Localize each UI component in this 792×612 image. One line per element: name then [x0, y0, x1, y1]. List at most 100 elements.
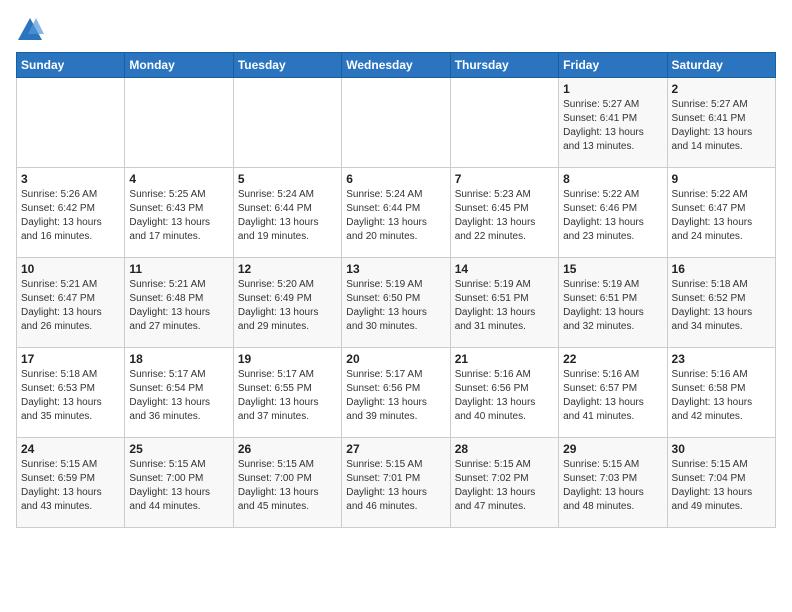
- day-info: Sunrise: 5:20 AM Sunset: 6:49 PM Dayligh…: [238, 278, 337, 334]
- day-number: 4: [129, 172, 228, 186]
- day-cell: [233, 78, 341, 168]
- header-cell-wednesday: Wednesday: [342, 53, 450, 78]
- day-number: 7: [455, 172, 554, 186]
- day-info: Sunrise: 5:27 AM Sunset: 6:41 PM Dayligh…: [672, 98, 771, 154]
- day-number: 24: [21, 442, 120, 456]
- day-info: Sunrise: 5:15 AM Sunset: 6:59 PM Dayligh…: [21, 458, 120, 514]
- day-info: Sunrise: 5:15 AM Sunset: 7:02 PM Dayligh…: [455, 458, 554, 514]
- day-cell: 29 Sunrise: 5:15 AM Sunset: 7:03 PM Dayli…: [559, 438, 667, 528]
- header-cell-saturday: Saturday: [667, 53, 775, 78]
- day-cell: 21 Sunrise: 5:16 AM Sunset: 6:56 PM Dayli…: [450, 348, 558, 438]
- day-number: 16: [672, 262, 771, 276]
- day-cell: 28 Sunrise: 5:15 AM Sunset: 7:02 PM Dayli…: [450, 438, 558, 528]
- logo-icon: [16, 16, 44, 44]
- day-number: 28: [455, 442, 554, 456]
- day-cell: 6 Sunrise: 5:24 AM Sunset: 6:44 PM Daylig…: [342, 168, 450, 258]
- day-cell: 19 Sunrise: 5:17 AM Sunset: 6:55 PM Dayli…: [233, 348, 341, 438]
- day-info: Sunrise: 5:18 AM Sunset: 6:52 PM Dayligh…: [672, 278, 771, 334]
- week-row-5: 24 Sunrise: 5:15 AM Sunset: 6:59 PM Dayli…: [17, 438, 776, 528]
- day-cell: 2 Sunrise: 5:27 AM Sunset: 6:41 PM Daylig…: [667, 78, 775, 168]
- day-number: 18: [129, 352, 228, 366]
- day-number: 29: [563, 442, 662, 456]
- day-info: Sunrise: 5:15 AM Sunset: 7:01 PM Dayligh…: [346, 458, 445, 514]
- day-cell: 13 Sunrise: 5:19 AM Sunset: 6:50 PM Dayli…: [342, 258, 450, 348]
- day-info: Sunrise: 5:22 AM Sunset: 6:46 PM Dayligh…: [563, 188, 662, 244]
- day-info: Sunrise: 5:16 AM Sunset: 6:58 PM Dayligh…: [672, 368, 771, 424]
- day-info: Sunrise: 5:24 AM Sunset: 6:44 PM Dayligh…: [346, 188, 445, 244]
- day-info: Sunrise: 5:16 AM Sunset: 6:56 PM Dayligh…: [455, 368, 554, 424]
- day-number: 30: [672, 442, 771, 456]
- day-cell: 9 Sunrise: 5:22 AM Sunset: 6:47 PM Daylig…: [667, 168, 775, 258]
- day-info: Sunrise: 5:17 AM Sunset: 6:56 PM Dayligh…: [346, 368, 445, 424]
- day-cell: 17 Sunrise: 5:18 AM Sunset: 6:53 PM Dayli…: [17, 348, 125, 438]
- day-cell: 12 Sunrise: 5:20 AM Sunset: 6:49 PM Dayli…: [233, 258, 341, 348]
- week-row-1: 1 Sunrise: 5:27 AM Sunset: 6:41 PM Daylig…: [17, 78, 776, 168]
- day-number: 20: [346, 352, 445, 366]
- day-number: 6: [346, 172, 445, 186]
- day-cell: [450, 78, 558, 168]
- day-cell: 11 Sunrise: 5:21 AM Sunset: 6:48 PM Dayli…: [125, 258, 233, 348]
- logo: [16, 16, 48, 44]
- day-info: Sunrise: 5:18 AM Sunset: 6:53 PM Dayligh…: [21, 368, 120, 424]
- day-info: Sunrise: 5:23 AM Sunset: 6:45 PM Dayligh…: [455, 188, 554, 244]
- day-cell: 5 Sunrise: 5:24 AM Sunset: 6:44 PM Daylig…: [233, 168, 341, 258]
- day-cell: [125, 78, 233, 168]
- day-info: Sunrise: 5:15 AM Sunset: 7:03 PM Dayligh…: [563, 458, 662, 514]
- day-info: Sunrise: 5:15 AM Sunset: 7:04 PM Dayligh…: [672, 458, 771, 514]
- day-number: 9: [672, 172, 771, 186]
- day-number: 21: [455, 352, 554, 366]
- header-cell-sunday: Sunday: [17, 53, 125, 78]
- day-number: 25: [129, 442, 228, 456]
- day-info: Sunrise: 5:21 AM Sunset: 6:48 PM Dayligh…: [129, 278, 228, 334]
- day-cell: 22Sunrise: 5:16 AM Sunset: 6:57 PM Dayli…: [559, 348, 667, 438]
- day-cell: 8 Sunrise: 5:22 AM Sunset: 6:46 PM Daylig…: [559, 168, 667, 258]
- day-number: 13: [346, 262, 445, 276]
- day-info: Sunrise: 5:19 AM Sunset: 6:51 PM Dayligh…: [455, 278, 554, 334]
- header-cell-friday: Friday: [559, 53, 667, 78]
- day-number: 14: [455, 262, 554, 276]
- week-row-2: 3 Sunrise: 5:26 AM Sunset: 6:42 PM Daylig…: [17, 168, 776, 258]
- day-number: 3: [21, 172, 120, 186]
- day-number: 15: [563, 262, 662, 276]
- day-info: Sunrise: 5:15 AM Sunset: 7:00 PM Dayligh…: [129, 458, 228, 514]
- day-info: Sunrise: 5:17 AM Sunset: 6:54 PM Dayligh…: [129, 368, 228, 424]
- day-cell: 15 Sunrise: 5:19 AM Sunset: 6:51 PM Dayli…: [559, 258, 667, 348]
- calendar-header: SundayMondayTuesdayWednesdayThursdayFrid…: [17, 53, 776, 78]
- day-info: Sunrise: 5:19 AM Sunset: 6:51 PM Dayligh…: [563, 278, 662, 334]
- day-info: Sunrise: 5:24 AM Sunset: 6:44 PM Dayligh…: [238, 188, 337, 244]
- day-info: Sunrise: 5:21 AM Sunset: 6:47 PM Dayligh…: [21, 278, 120, 334]
- day-cell: 23 Sunrise: 5:16 AM Sunset: 6:58 PM Dayli…: [667, 348, 775, 438]
- header-row: SundayMondayTuesdayWednesdayThursdayFrid…: [17, 53, 776, 78]
- day-number: 23: [672, 352, 771, 366]
- day-info: Sunrise: 5:25 AM Sunset: 6:43 PM Dayligh…: [129, 188, 228, 244]
- day-info: Sunrise: 5:17 AM Sunset: 6:55 PM Dayligh…: [238, 368, 337, 424]
- day-number: 19: [238, 352, 337, 366]
- day-number: 26: [238, 442, 337, 456]
- day-number: 17: [21, 352, 120, 366]
- day-cell: 14 Sunrise: 5:19 AM Sunset: 6:51 PM Dayli…: [450, 258, 558, 348]
- day-number: 22: [563, 352, 662, 366]
- day-number: 11: [129, 262, 228, 276]
- day-cell: 20 Sunrise: 5:17 AM Sunset: 6:56 PM Dayli…: [342, 348, 450, 438]
- day-number: 2: [672, 82, 771, 96]
- day-info: Sunrise: 5:19 AM Sunset: 6:50 PM Dayligh…: [346, 278, 445, 334]
- day-number: 1: [563, 82, 662, 96]
- header-cell-monday: Monday: [125, 53, 233, 78]
- calendar-body: 1 Sunrise: 5:27 AM Sunset: 6:41 PM Daylig…: [17, 78, 776, 528]
- day-number: 12: [238, 262, 337, 276]
- week-row-3: 10Sunrise: 5:21 AM Sunset: 6:47 PM Dayli…: [17, 258, 776, 348]
- day-cell: 18 Sunrise: 5:17 AM Sunset: 6:54 PM Dayli…: [125, 348, 233, 438]
- day-number: 8: [563, 172, 662, 186]
- day-cell: 16 Sunrise: 5:18 AM Sunset: 6:52 PM Dayli…: [667, 258, 775, 348]
- day-cell: 27Sunrise: 5:15 AM Sunset: 7:01 PM Dayli…: [342, 438, 450, 528]
- day-info: Sunrise: 5:22 AM Sunset: 6:47 PM Dayligh…: [672, 188, 771, 244]
- week-row-4: 17 Sunrise: 5:18 AM Sunset: 6:53 PM Dayli…: [17, 348, 776, 438]
- day-cell: [17, 78, 125, 168]
- day-number: 5: [238, 172, 337, 186]
- day-info: Sunrise: 5:26 AM Sunset: 6:42 PM Dayligh…: [21, 188, 120, 244]
- day-cell: 10Sunrise: 5:21 AM Sunset: 6:47 PM Dayli…: [17, 258, 125, 348]
- day-info: Sunrise: 5:15 AM Sunset: 7:00 PM Dayligh…: [238, 458, 337, 514]
- calendar-table: SundayMondayTuesdayWednesdayThursdayFrid…: [16, 52, 776, 528]
- header-cell-tuesday: Tuesday: [233, 53, 341, 78]
- header: [16, 16, 776, 44]
